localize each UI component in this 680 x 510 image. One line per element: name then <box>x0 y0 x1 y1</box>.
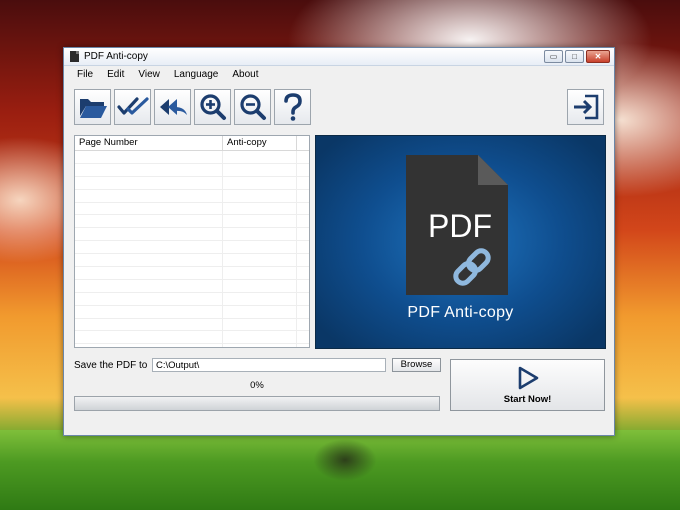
table-cell-page <box>75 254 223 267</box>
table-cell-anti-copy <box>223 228 297 241</box>
table-row[interactable] <box>75 189 309 203</box>
progress-bar <box>74 396 440 411</box>
zoom-out-button[interactable] <box>234 89 271 125</box>
pdf-document-icon: PDF <box>406 155 508 295</box>
table-cell-page <box>75 202 223 215</box>
zoom-in-button[interactable] <box>194 89 231 125</box>
table-cell-anti-copy <box>223 176 297 189</box>
zoom-in-icon <box>199 94 226 120</box>
check-all-icon <box>116 97 149 115</box>
table-row[interactable] <box>75 163 309 177</box>
table-cell-anti-copy <box>223 267 297 279</box>
table-cell-anti-copy <box>223 305 297 318</box>
table-cell-page <box>75 344 223 347</box>
table-row[interactable] <box>75 151 309 164</box>
help-button[interactable] <box>274 89 311 125</box>
app-icon <box>70 51 79 62</box>
app-window: PDF Anti-copy ▭ □ ✕ File Edit View Langu… <box>63 47 615 436</box>
pages-table[interactable]: Page Number Anti-copy <box>74 135 310 348</box>
table-row[interactable] <box>75 305 309 319</box>
table-cell-page <box>75 151 223 163</box>
help-icon <box>283 93 302 121</box>
table-cell-page <box>75 163 223 176</box>
window-controls: ▭ □ ✕ <box>544 50 610 63</box>
table-cell-page <box>75 176 223 189</box>
start-label: Start Now! <box>503 394 552 405</box>
maximize-button[interactable]: □ <box>565 50 584 63</box>
table-cell-anti-copy <box>223 151 297 163</box>
exit-button[interactable] <box>567 89 604 125</box>
table-cell-anti-copy <box>223 318 297 331</box>
table-row[interactable] <box>75 202 309 216</box>
output-path-input[interactable] <box>152 358 386 372</box>
menu-about[interactable]: About <box>225 69 265 80</box>
zoom-out-icon <box>239 94 266 120</box>
table-row[interactable] <box>75 292 309 306</box>
table-cell-anti-copy <box>223 279 297 292</box>
table-cell-page <box>75 305 223 318</box>
table-cell-anti-copy <box>223 241 297 254</box>
menu-edit[interactable]: Edit <box>100 69 131 80</box>
progress-percent: 0% <box>250 380 264 391</box>
table-cell-anti-copy <box>223 163 297 176</box>
table-row[interactable] <box>75 344 309 347</box>
menu-file[interactable]: File <box>70 69 100 80</box>
table-row[interactable] <box>75 176 309 190</box>
preview-panel: PDF PDF Anti-copy <box>315 135 606 349</box>
save-row: Save the PDF to Browse <box>74 357 444 373</box>
menu-bar: File Edit View Language About <box>64 66 614 83</box>
column-anti-copy[interactable]: Anti-copy <box>223 136 297 150</box>
select-all-button[interactable] <box>114 89 151 125</box>
table-row[interactable] <box>75 318 309 332</box>
table-cell-anti-copy <box>223 189 297 202</box>
open-folder-icon <box>79 99 107 118</box>
table-row[interactable] <box>75 241 309 255</box>
background-tree <box>300 430 390 490</box>
table-cell-page <box>75 189 223 202</box>
undo-all-button[interactable] <box>154 89 191 125</box>
table-header: Page Number Anti-copy <box>75 136 309 151</box>
preview-title: PDF Anti-copy <box>407 304 514 321</box>
start-button[interactable]: Start Now! <box>450 359 605 411</box>
table-cell-page <box>75 267 223 279</box>
window-title: PDF Anti-copy <box>84 51 148 62</box>
open-button[interactable] <box>74 89 111 125</box>
table-row[interactable] <box>75 228 309 242</box>
table-row[interactable] <box>75 267 309 280</box>
table-cell-page <box>75 318 223 331</box>
table-row[interactable] <box>75 331 309 345</box>
toolbar <box>74 89 311 125</box>
close-button[interactable]: ✕ <box>586 50 610 63</box>
play-icon <box>518 366 538 390</box>
table-row[interactable] <box>75 215 309 229</box>
browse-button[interactable]: Browse <box>392 358 441 372</box>
table-body <box>75 151 309 347</box>
table-cell-anti-copy <box>223 344 297 347</box>
table-cell-anti-copy <box>223 202 297 215</box>
table-cell-page <box>75 279 223 292</box>
menu-language[interactable]: Language <box>167 69 226 80</box>
table-row[interactable] <box>75 254 309 268</box>
table-cell-page <box>75 292 223 305</box>
title-bar[interactable]: PDF Anti-copy ▭ □ ✕ <box>64 48 614 66</box>
save-label: Save the PDF to <box>74 359 148 371</box>
minimize-button[interactable]: ▭ <box>544 50 563 63</box>
pdf-doc-label: PDF <box>428 208 492 244</box>
table-cell-anti-copy <box>223 254 297 267</box>
table-cell-page <box>75 331 223 344</box>
undo-all-icon <box>159 99 187 115</box>
table-cell-page <box>75 228 223 241</box>
table-cell-page <box>75 241 223 254</box>
table-row[interactable] <box>75 279 309 293</box>
table-cell-anti-copy <box>223 215 297 228</box>
exit-icon <box>573 94 598 120</box>
column-page-number[interactable]: Page Number <box>75 136 223 150</box>
table-cell-anti-copy <box>223 331 297 344</box>
table-cell-anti-copy <box>223 292 297 305</box>
table-cell-page <box>75 215 223 228</box>
menu-view[interactable]: View <box>131 69 167 80</box>
